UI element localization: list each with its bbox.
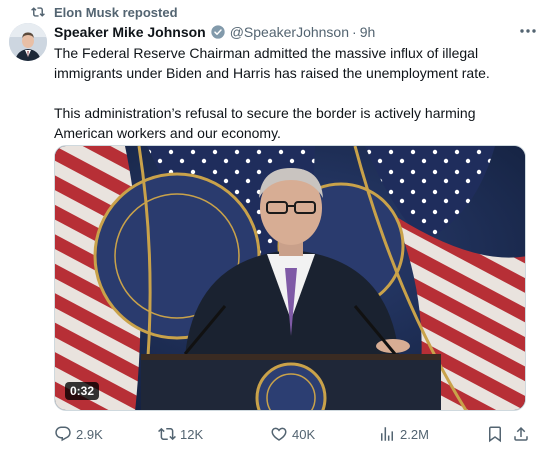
repost-indicator[interactable]: Elon Musk reposted	[30, 4, 178, 20]
tweet-paragraph-2: This administration’s refusal to secure …	[54, 105, 476, 141]
tweet-header: Speaker Mike Johnson @SpeakerJohnson · 9…	[54, 23, 375, 41]
verified-badge-icon	[210, 24, 226, 40]
video-player[interactable]: 0:32	[54, 145, 526, 411]
bookmark-button[interactable]	[486, 424, 504, 444]
reply-button[interactable]: 2.9K	[54, 424, 103, 444]
separator-dot: ·	[352, 24, 357, 40]
share-icon	[512, 425, 530, 443]
post-time[interactable]: 9h	[360, 24, 376, 40]
tweet-text: The Federal Reserve Chairman admitted th…	[54, 43, 534, 143]
like-count: 40K	[292, 426, 316, 442]
bookmark-icon	[486, 425, 504, 443]
repost-icon	[30, 5, 46, 19]
repost-count: 12K	[180, 426, 204, 442]
like-button[interactable]: 40K	[270, 424, 315, 444]
views-count: 2.2M	[400, 426, 429, 442]
repost-button[interactable]: 12K	[158, 424, 203, 444]
more-options-icon[interactable]	[518, 24, 538, 38]
heart-icon	[270, 425, 288, 443]
video-duration: 0:32	[65, 382, 100, 400]
tweet-paragraph-1: The Federal Reserve Chairman admitted th…	[54, 45, 490, 81]
author-handle[interactable]: @SpeakerJohnson	[230, 24, 349, 40]
views-icon	[378, 425, 396, 443]
author-name[interactable]: Speaker Mike Johnson	[54, 24, 206, 40]
reply-icon	[54, 425, 72, 443]
video-thumbnail	[55, 146, 525, 410]
reply-count: 2.9K	[76, 426, 103, 442]
tweet-actions: 2.9K 12K 40K 2.2M	[54, 424, 530, 444]
repost-label: Elon Musk reposted	[54, 4, 178, 20]
repost-action-icon	[158, 425, 176, 443]
avatar[interactable]	[9, 23, 47, 61]
share-button[interactable]	[512, 424, 530, 444]
views-button[interactable]: 2.2M	[378, 424, 429, 444]
